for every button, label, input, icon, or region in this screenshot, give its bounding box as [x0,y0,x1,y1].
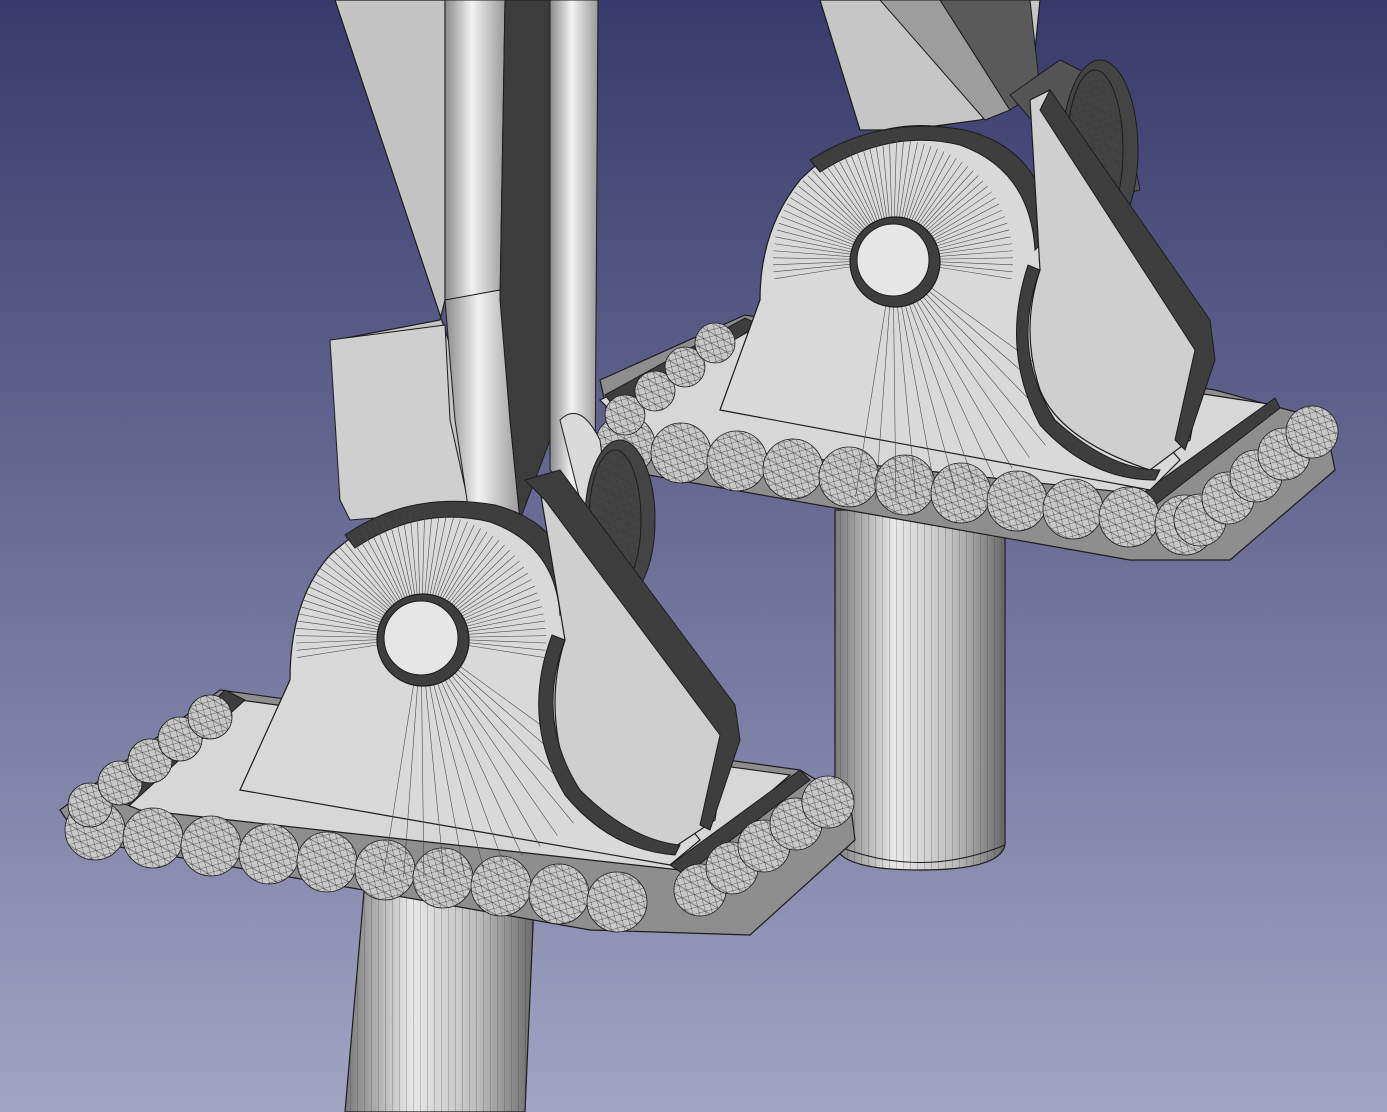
far-pivot-hole [849,216,941,308]
cad-scene[interactable] [0,0,1387,1112]
3d-viewport[interactable] [0,0,1387,1112]
far-support-pin [834,509,1006,871]
near-pivot-hole [376,593,470,687]
